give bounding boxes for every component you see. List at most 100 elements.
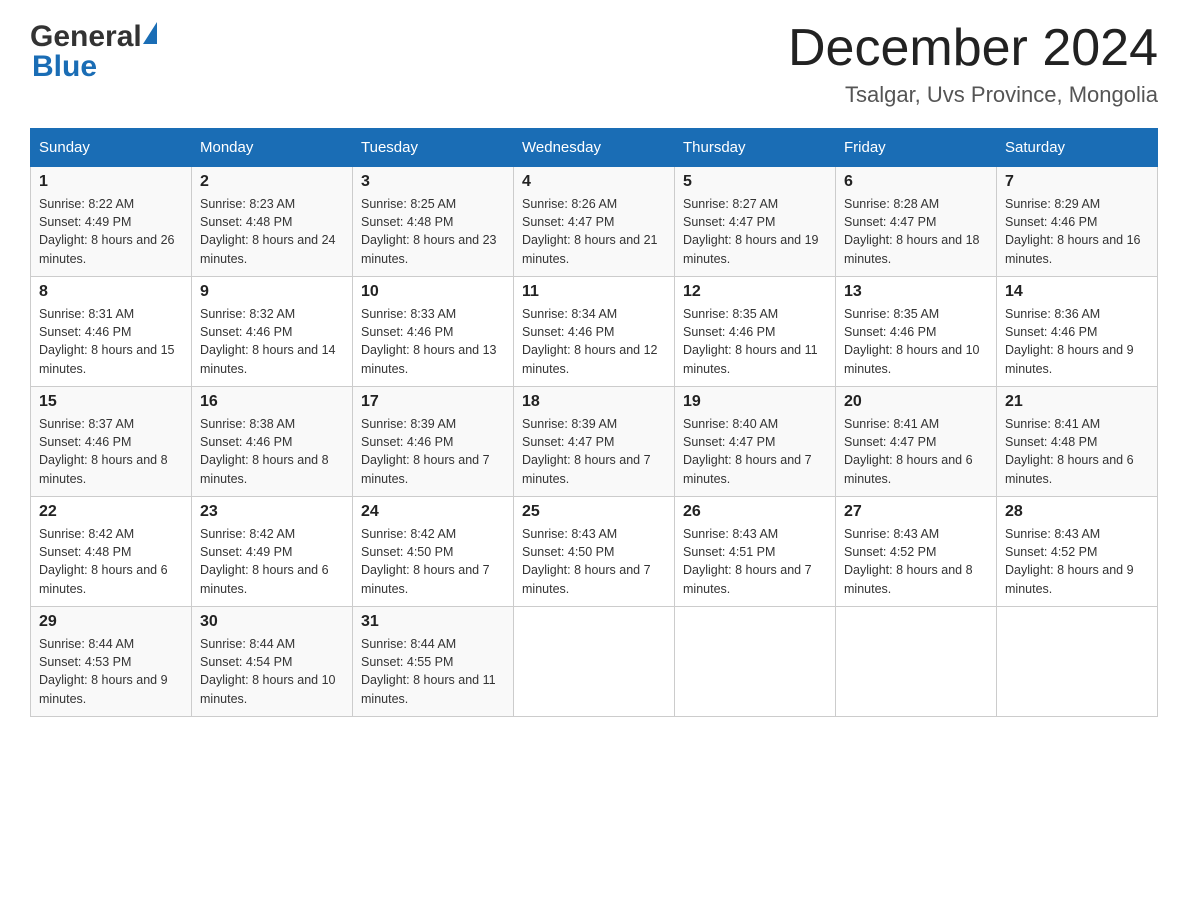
calendar-table: Sunday Monday Tuesday Wednesday Thursday…: [30, 128, 1158, 717]
day-info: Sunrise: 8:34 AMSunset: 4:46 PMDaylight:…: [522, 305, 666, 378]
logo-blue-text: Blue: [32, 50, 97, 83]
day-number: 20: [844, 393, 988, 411]
logo-flag-icon: [143, 22, 157, 44]
calendar-cell: 20Sunrise: 8:41 AMSunset: 4:47 PMDayligh…: [836, 387, 997, 497]
day-number: 6: [844, 173, 988, 191]
day-number: 1: [39, 173, 183, 191]
day-info: Sunrise: 8:37 AMSunset: 4:46 PMDaylight:…: [39, 415, 183, 488]
day-info: Sunrise: 8:39 AMSunset: 4:47 PMDaylight:…: [522, 415, 666, 488]
col-sunday: Sunday: [31, 129, 192, 167]
day-info: Sunrise: 8:39 AMSunset: 4:46 PMDaylight:…: [361, 415, 505, 488]
calendar-cell: 6 Sunrise: 8:28 AMSunset: 4:47 PMDaylight…: [836, 167, 997, 277]
calendar-cell: 11Sunrise: 8:34 AMSunset: 4:46 PMDayligh…: [514, 277, 675, 387]
calendar-week-row: 29 Sunrise: 8:44 AMSunset: 4:53 PMDayligh…: [31, 607, 1158, 717]
logo-general-text: General: [30, 20, 142, 54]
day-info: Sunrise: 8:33 AMSunset: 4:46 PMDaylight:…: [361, 305, 505, 378]
day-number: 31: [361, 613, 505, 631]
day-number: 18: [522, 393, 666, 411]
day-number: 21: [1005, 393, 1149, 411]
calendar-cell: 23 Sunrise: 8:42 AMSunset: 4:49 PMDayligh…: [192, 497, 353, 607]
calendar-week-row: 15 Sunrise: 8:37 AMSunset: 4:46 PMDayligh…: [31, 387, 1158, 497]
day-info: Sunrise: 8:41 AMSunset: 4:48 PMDaylight:…: [1005, 415, 1149, 488]
day-number: 7: [1005, 173, 1149, 191]
day-info: Sunrise: 8:43 AMSunset: 4:52 PMDaylight:…: [844, 525, 988, 598]
day-info: Sunrise: 8:42 AMSunset: 4:49 PMDaylight:…: [200, 525, 344, 598]
calendar-cell: 18 Sunrise: 8:39 AMSunset: 4:47 PMDayligh…: [514, 387, 675, 497]
day-info: Sunrise: 8:44 AMSunset: 4:53 PMDaylight:…: [39, 635, 183, 708]
day-number: 23: [200, 503, 344, 521]
day-number: 17: [361, 393, 505, 411]
day-number: 28: [1005, 503, 1149, 521]
day-number: 19: [683, 393, 827, 411]
day-info: Sunrise: 8:43 AMSunset: 4:50 PMDaylight:…: [522, 525, 666, 598]
calendar-cell: 28 Sunrise: 8:43 AMSunset: 4:52 PMDayligh…: [997, 497, 1158, 607]
day-info: Sunrise: 8:22 AMSunset: 4:49 PMDaylight:…: [39, 195, 183, 268]
day-info: Sunrise: 8:36 AMSunset: 4:46 PMDaylight:…: [1005, 305, 1149, 378]
day-info: Sunrise: 8:35 AMSunset: 4:46 PMDaylight:…: [844, 305, 988, 378]
day-info: Sunrise: 8:42 AMSunset: 4:48 PMDaylight:…: [39, 525, 183, 598]
logo: General Blue: [30, 20, 158, 84]
col-wednesday: Wednesday: [514, 129, 675, 167]
day-number: 4: [522, 173, 666, 191]
day-info: Sunrise: 8:35 AMSunset: 4:46 PMDaylight:…: [683, 305, 827, 378]
calendar-cell: 1 Sunrise: 8:22 AMSunset: 4:49 PMDaylight…: [31, 167, 192, 277]
day-number: 3: [361, 173, 505, 191]
day-number: 30: [200, 613, 344, 631]
calendar-cell: [836, 607, 997, 717]
calendar-cell: [514, 607, 675, 717]
col-saturday: Saturday: [997, 129, 1158, 167]
day-number: 24: [361, 503, 505, 521]
col-thursday: Thursday: [675, 129, 836, 167]
day-number: 22: [39, 503, 183, 521]
location-title: Tsalgar, Uvs Province, Mongolia: [788, 82, 1158, 108]
calendar-cell: 5Sunrise: 8:27 AMSunset: 4:47 PMDaylight…: [675, 167, 836, 277]
col-monday: Monday: [192, 129, 353, 167]
calendar-cell: 15 Sunrise: 8:37 AMSunset: 4:46 PMDayligh…: [31, 387, 192, 497]
calendar-week-row: 22 Sunrise: 8:42 AMSunset: 4:48 PMDayligh…: [31, 497, 1158, 607]
day-number: 25: [522, 503, 666, 521]
calendar-cell: 4 Sunrise: 8:26 AMSunset: 4:47 PMDaylight…: [514, 167, 675, 277]
calendar-cell: 7 Sunrise: 8:29 AMSunset: 4:46 PMDaylight…: [997, 167, 1158, 277]
calendar-week-row: 8 Sunrise: 8:31 AMSunset: 4:46 PMDaylight…: [31, 277, 1158, 387]
col-tuesday: Tuesday: [353, 129, 514, 167]
day-info: Sunrise: 8:25 AMSunset: 4:48 PMDaylight:…: [361, 195, 505, 268]
day-info: Sunrise: 8:43 AMSunset: 4:51 PMDaylight:…: [683, 525, 827, 598]
calendar-cell: 16Sunrise: 8:38 AMSunset: 4:46 PMDayligh…: [192, 387, 353, 497]
day-number: 2: [200, 173, 344, 191]
day-number: 14: [1005, 283, 1149, 301]
day-info: Sunrise: 8:44 AMSunset: 4:54 PMDaylight:…: [200, 635, 344, 708]
calendar-cell: 12Sunrise: 8:35 AMSunset: 4:46 PMDayligh…: [675, 277, 836, 387]
calendar-cell: 13 Sunrise: 8:35 AMSunset: 4:46 PMDayligh…: [836, 277, 997, 387]
calendar-cell: 27Sunrise: 8:43 AMSunset: 4:52 PMDayligh…: [836, 497, 997, 607]
calendar-cell: 2Sunrise: 8:23 AMSunset: 4:48 PMDaylight…: [192, 167, 353, 277]
day-info: Sunrise: 8:27 AMSunset: 4:47 PMDaylight:…: [683, 195, 827, 268]
calendar-cell: 22 Sunrise: 8:42 AMSunset: 4:48 PMDayligh…: [31, 497, 192, 607]
day-info: Sunrise: 8:26 AMSunset: 4:47 PMDaylight:…: [522, 195, 666, 268]
calendar-cell: 17 Sunrise: 8:39 AMSunset: 4:46 PMDayligh…: [353, 387, 514, 497]
calendar-cell: 14 Sunrise: 8:36 AMSunset: 4:46 PMDayligh…: [997, 277, 1158, 387]
calendar-cell: 30 Sunrise: 8:44 AMSunset: 4:54 PMDayligh…: [192, 607, 353, 717]
calendar-cell: 24 Sunrise: 8:42 AMSunset: 4:50 PMDayligh…: [353, 497, 514, 607]
col-friday: Friday: [836, 129, 997, 167]
calendar-cell: 3 Sunrise: 8:25 AMSunset: 4:48 PMDaylight…: [353, 167, 514, 277]
day-number: 8: [39, 283, 183, 301]
title-area: December 2024 Tsalgar, Uvs Province, Mon…: [788, 20, 1158, 108]
day-info: Sunrise: 8:42 AMSunset: 4:50 PMDaylight:…: [361, 525, 505, 598]
day-number: 29: [39, 613, 183, 631]
calendar-header-row: Sunday Monday Tuesday Wednesday Thursday…: [31, 129, 1158, 167]
day-number: 26: [683, 503, 827, 521]
day-info: Sunrise: 8:28 AMSunset: 4:47 PMDaylight:…: [844, 195, 988, 268]
calendar-cell: 26 Sunrise: 8:43 AMSunset: 4:51 PMDayligh…: [675, 497, 836, 607]
day-info: Sunrise: 8:32 AMSunset: 4:46 PMDaylight:…: [200, 305, 344, 378]
day-number: 15: [39, 393, 183, 411]
day-number: 10: [361, 283, 505, 301]
calendar-cell: [675, 607, 836, 717]
month-title: December 2024: [788, 20, 1158, 77]
calendar-cell: 21 Sunrise: 8:41 AMSunset: 4:48 PMDayligh…: [997, 387, 1158, 497]
day-info: Sunrise: 8:43 AMSunset: 4:52 PMDaylight:…: [1005, 525, 1149, 598]
calendar-cell: 31Sunrise: 8:44 AMSunset: 4:55 PMDayligh…: [353, 607, 514, 717]
day-number: 13: [844, 283, 988, 301]
day-number: 9: [200, 283, 344, 301]
day-info: Sunrise: 8:31 AMSunset: 4:46 PMDaylight:…: [39, 305, 183, 378]
day-info: Sunrise: 8:29 AMSunset: 4:46 PMDaylight:…: [1005, 195, 1149, 268]
